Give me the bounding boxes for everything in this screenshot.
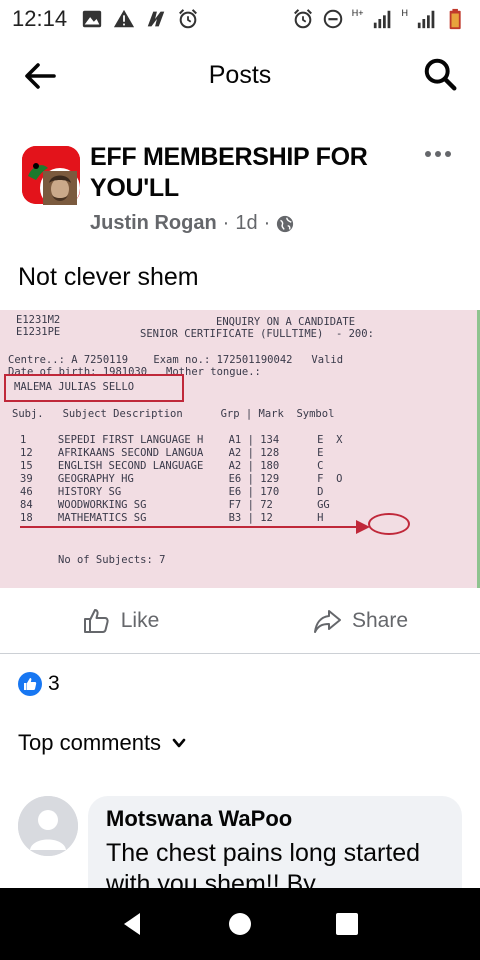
- grade-highlight-circle: [368, 513, 410, 535]
- alarm-icon: [293, 9, 312, 29]
- search-icon[interactable]: [422, 56, 460, 94]
- commenter-name[interactable]: Motswana WaPoo: [106, 806, 444, 832]
- nav-back-icon[interactable]: [118, 909, 148, 939]
- table-row: 46 HISTORY SG E6 | 170 D: [20, 486, 324, 498]
- system-nav-bar: [0, 888, 480, 960]
- comments-sort-dropdown[interactable]: Top comments: [18, 730, 187, 756]
- nav-home-icon[interactable]: [225, 909, 255, 939]
- table-row: 1 SEPEDI FIRST LANGUAGE H A1 | 134 E X: [20, 434, 343, 446]
- table-header: Subj. Subject Description Grp | Mark Sym…: [12, 408, 335, 420]
- post-time[interactable]: 1d: [235, 212, 257, 235]
- doc-line: SENIOR CERTIFICATE (FULLTIME) - 200:: [140, 328, 374, 340]
- like-label: Like: [120, 608, 160, 632]
- highlight-arrow: [20, 526, 366, 528]
- author-name[interactable]: Justin Rogan: [90, 212, 217, 235]
- like-reaction-icon: [18, 672, 42, 696]
- like-button[interactable]: Like: [0, 588, 240, 653]
- author-avatar[interactable]: [40, 168, 80, 208]
- signal-icon: [417, 10, 435, 29]
- table-row: 18 MATHEMATICS SG B3 | 12 H: [20, 512, 324, 524]
- comments-sort-label: Top comments: [18, 730, 162, 755]
- certificate-document: E1231M2 ENQUIRY ON A CANDIDATE E1231PE S…: [0, 310, 477, 588]
- candidate-name: MALEMA JULIAS SELLO: [14, 381, 135, 393]
- alarm-icon: [179, 9, 198, 29]
- reactions-summary[interactable]: 3: [18, 672, 60, 696]
- gallery-icon: [82, 10, 102, 28]
- meta-separator: ·: [263, 212, 271, 234]
- share-label: Share: [351, 608, 409, 632]
- doc-line: Centre..: A 7250119 Exam no.: 1725011900…: [8, 354, 344, 366]
- status-bar: 12:14 H+ H: [0, 0, 480, 38]
- post-actions: Like Share: [0, 588, 480, 654]
- status-time: 12:14: [12, 6, 68, 31]
- commenter-avatar[interactable]: [18, 796, 78, 856]
- group-avatar[interactable]: [18, 144, 84, 210]
- table-row: 15 ENGLISH SECOND LANGUAGE A2 | 180 C: [20, 460, 324, 472]
- share-icon: [313, 609, 341, 633]
- nav-recents-icon[interactable]: [332, 909, 362, 939]
- more-options-icon[interactable]: [424, 144, 452, 164]
- person-photo-icon: [43, 171, 77, 205]
- group-name[interactable]: EFF MEMBERSHIP FOR YOU'LL: [90, 142, 400, 204]
- dnd-icon: [323, 9, 342, 29]
- doc-line: E1231M2: [16, 314, 61, 326]
- signal-icon: [373, 10, 390, 29]
- post-photo[interactable]: E1231M2 ENQUIRY ON A CANDIDATE E1231PE S…: [0, 310, 480, 588]
- network-type-label: H+: [351, 8, 364, 18]
- network-type-label: H: [401, 8, 409, 18]
- table-row: 84 WOODWORKING SG F7 | 72 GG: [20, 499, 330, 511]
- table-row: 12 AFRIKAANS SECOND LANGUA A2 | 128 E: [20, 447, 324, 459]
- share-button[interactable]: Share: [240, 588, 480, 653]
- meta-separator: ·: [222, 212, 230, 234]
- globe-icon: [277, 215, 294, 232]
- app-header: Posts: [0, 38, 480, 112]
- battery-icon: [449, 8, 461, 30]
- thumbs-up-icon: [83, 608, 109, 633]
- status-right-icons: H+ H: [292, 8, 468, 30]
- table-row: 39 GEOGRAPHY HG E6 | 129 F O: [20, 473, 343, 485]
- status-left-icons: [81, 8, 199, 30]
- doc-line: E1231PE: [16, 326, 61, 338]
- post-text: Not clever shem: [18, 263, 199, 291]
- subjects-count: No of Subjects: 7: [58, 554, 166, 566]
- default-user-icon: [18, 796, 78, 856]
- n-icon: [147, 11, 165, 27]
- doc-line: ENQUIRY ON A CANDIDATE: [216, 316, 356, 328]
- reaction-count: 3: [48, 672, 60, 695]
- post-meta: Justin Rogan · 1d ·: [90, 212, 294, 235]
- chevron-down-icon: [172, 738, 186, 748]
- page-title: Posts: [208, 60, 272, 89]
- arrow-left-icon[interactable]: [20, 56, 60, 96]
- warning-icon: [113, 9, 135, 28]
